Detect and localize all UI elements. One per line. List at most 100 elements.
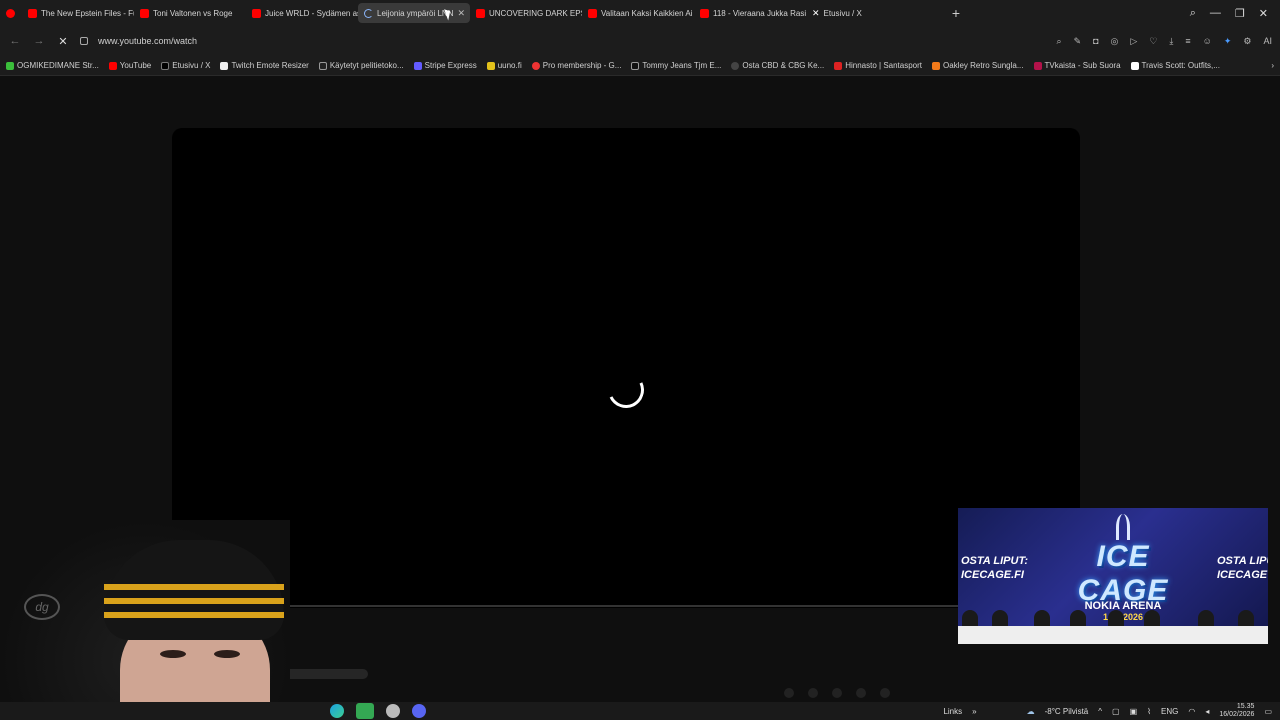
window-controls: ⌕ — ❐ ✕ [1190, 0, 1280, 26]
zoom-icon[interactable]: ⌕ [1057, 36, 1062, 47]
x-icon: ✕ [812, 7, 820, 18]
pin-icon [531, 61, 540, 70]
download-icon[interactable]: ⤓ [1169, 36, 1173, 47]
menu-icon[interactable]: ≡ [1185, 36, 1190, 46]
bookmark-item[interactable]: uuno.fi [486, 61, 522, 70]
bookmarks-bar: OGMIKEDIMANE Str... YouTube Etusivu / X … [0, 56, 1280, 76]
play-icon[interactable]: ▷ [1130, 36, 1137, 47]
system-tray: Links » ☁ -8°C Pilvistä ^ ▢ ▣ ⌇ ENG ◠ ◂ … [943, 702, 1272, 720]
tab-bar: The New Epstein Files - Fu Toni Valtonen… [0, 0, 1280, 26]
bookmark-item[interactable]: Osta CBD & CBG Ke... [731, 61, 824, 70]
youtube-icon [476, 8, 485, 18]
maximize-button[interactable]: ❐ [1235, 7, 1245, 20]
bookmark-icon [486, 61, 495, 70]
eye [214, 650, 240, 658]
bookmark-item[interactable]: TVkaista - Sub Suora [1033, 61, 1121, 70]
bookmark-item[interactable]: Tommy Jeans Tjm E... [631, 61, 721, 70]
browser-tab[interactable]: Valitaan Kaksi Kaikkien Ai [582, 3, 694, 23]
webcam-overlay: dg [0, 520, 290, 720]
tab-title: UNCOVERING DARK EPST [489, 8, 582, 18]
language-indicator[interactable]: ENG [1161, 707, 1178, 716]
taskbar-apps [330, 702, 426, 720]
app-icon[interactable] [356, 703, 374, 719]
favorites-icon[interactable]: ♡ [1149, 36, 1157, 47]
taskbar: Links » ☁ -8°C Pilvistä ^ ▢ ▣ ⌇ ENG ◠ ◂ … [0, 702, 1280, 720]
placeholder-dot [784, 688, 794, 698]
bookmark-icon [932, 61, 941, 70]
close-window-button[interactable]: ✕ [1259, 7, 1268, 20]
chevron-right-icon[interactable]: › [1271, 61, 1274, 70]
bookmark-item[interactable]: Hinnasto | Santasport [834, 61, 922, 70]
browser-tab[interactable]: The New Epstein Files - Fu [22, 3, 134, 23]
bookmark-item[interactable]: Twitch Emote Resizer [220, 61, 309, 70]
bookmark-icon [731, 61, 740, 70]
lock-icon[interactable] [80, 37, 88, 45]
bookmark-item[interactable]: Oakley Retro Sungla... [932, 61, 1024, 70]
url-field[interactable]: www.youtube.com/watch [98, 36, 197, 46]
browser-tab-active[interactable]: Leijonia ympäröi LNN ✕ [358, 3, 470, 23]
translate-icon[interactable]: ✦ [1224, 36, 1232, 47]
clock-time: 15.35 [1236, 703, 1255, 710]
stop-loading-button[interactable]: ✕ [56, 35, 70, 48]
volume-icon[interactable]: ◂ [1205, 707, 1209, 716]
discord-icon[interactable] [412, 704, 426, 718]
browser-tab[interactable]: UNCOVERING DARK EPST [470, 3, 582, 23]
tab-title: 118 - Vieraana Jukka Rasil [713, 8, 806, 18]
edit-icon[interactable]: ✎ [1074, 36, 1082, 47]
back-button[interactable]: ← [8, 35, 22, 47]
bookmark-item[interactable]: OGMIKEDIMANE Str... [6, 61, 99, 70]
press-table [958, 626, 1268, 644]
tab-title: Etusivu / X [823, 8, 862, 18]
clock-date: 16/02/2026 [1219, 711, 1255, 718]
bookmark-icon [834, 61, 843, 70]
browser-tab[interactable]: Juice WRLD - Sydämen as [246, 3, 358, 23]
ticket-promo-left: OSTA LIPUT: ICECAGE.FI [961, 555, 1029, 581]
chevron-up-icon[interactable]: ^ [1098, 707, 1102, 716]
wifi-icon[interactable]: ◠ [1188, 707, 1195, 716]
bookmark-item[interactable]: Etusivu / X [161, 61, 210, 70]
video-player[interactable] [172, 128, 1080, 608]
bookmark-item[interactable]: YouTube [108, 61, 151, 70]
edge-icon[interactable] [330, 704, 344, 718]
extension-icon[interactable]: ◎ [1111, 36, 1119, 47]
browser-tab[interactable]: ✕ Etusivu / X [806, 3, 886, 23]
profile-icon[interactable]: ☺ [1203, 36, 1212, 46]
tray-icon[interactable]: ▣ [1130, 707, 1138, 716]
search-tabs-icon[interactable]: ⌕ [1190, 7, 1196, 20]
screenshot-icon[interactable]: ◘ [1093, 36, 1098, 46]
browser-tab[interactable]: Toni Valtonen vs Roge [134, 3, 246, 23]
stripe-icon [413, 61, 422, 70]
close-tab-icon[interactable]: ✕ [457, 8, 465, 19]
browser-tab[interactable]: 118 - Vieraana Jukka Rasil [694, 3, 806, 23]
settings-icon[interactable]: ⚙ [1243, 36, 1251, 47]
forward-button[interactable]: → [32, 35, 46, 47]
beanie-stripe [104, 612, 284, 618]
clock[interactable]: 15.35 16/02/2026 [1219, 703, 1254, 719]
youtube-icon [252, 8, 261, 18]
beanie-stripe [104, 584, 284, 590]
new-tab-button[interactable]: + [946, 5, 966, 21]
wifi-icon[interactable]: ⌇ [1147, 707, 1151, 716]
browser-tab[interactable] [0, 3, 22, 23]
event-title: ICE CAGE [1077, 540, 1169, 607]
ai-button[interactable]: AI [1263, 36, 1272, 46]
video-progress-bar[interactable] [172, 605, 1080, 607]
minimize-button[interactable]: — [1210, 7, 1221, 19]
youtube-icon [140, 8, 149, 18]
tray-icon[interactable]: ▢ [1112, 707, 1120, 716]
tower-icon [1116, 514, 1130, 540]
bookmark-item[interactable]: Travis Scott: Outfits,... [1130, 61, 1220, 70]
youtube-icon [700, 8, 709, 18]
placeholder-dot [856, 688, 866, 698]
loading-spinner-icon [602, 366, 650, 414]
weather-text[interactable]: -8°C Pilvistä [1045, 707, 1089, 716]
youtube-icon [28, 8, 37, 18]
links-toolbar[interactable]: Links [943, 707, 962, 716]
notification-icon[interactable]: ▭ [1264, 707, 1272, 716]
bookmark-item[interactable]: Stripe Express [413, 61, 477, 70]
chevron-icon[interactable]: » [972, 707, 976, 716]
bookmark-icon [631, 61, 640, 70]
app-icon[interactable] [386, 704, 400, 718]
bookmark-item[interactable]: Käytetyt pelitietoko... [318, 61, 404, 70]
bookmark-item[interactable]: Pro membership - G... [531, 61, 621, 70]
